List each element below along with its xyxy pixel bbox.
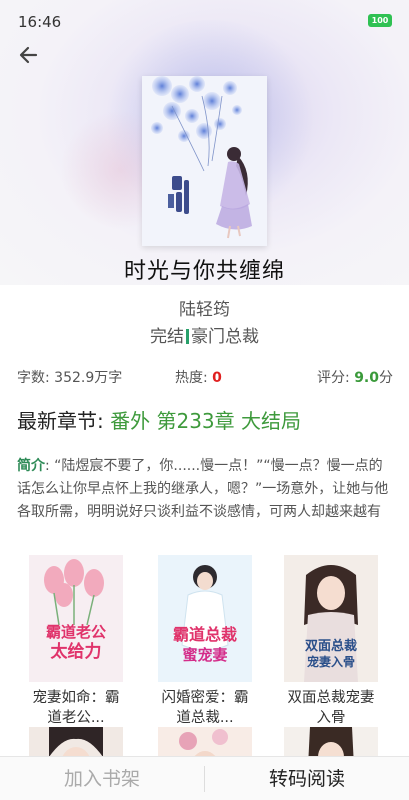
word-count-value: 352.9万字 bbox=[54, 370, 123, 386]
svg-text:宠妻入骨: 宠妻入骨 bbox=[307, 654, 355, 669]
status-bar: 16:46 100 bbox=[0, 0, 409, 42]
latest-chapter-label: 最新章节: bbox=[17, 409, 111, 433]
battery-icon: 100 bbox=[368, 14, 392, 27]
recommendation-title: 双面总裁宠妻入骨 bbox=[287, 690, 375, 726]
svg-text:霸道总裁: 霸道总裁 bbox=[173, 625, 237, 644]
heat-label: 热度: bbox=[175, 370, 213, 386]
recommendation-title: 宠妻如命：霸道老公... bbox=[32, 690, 120, 726]
add-to-shelf-button[interactable]: 加入书架 bbox=[0, 757, 204, 800]
book-author: 陆轻筠 bbox=[179, 300, 230, 320]
back-arrow-icon[interactable] bbox=[14, 40, 44, 70]
svg-text:双面总裁: 双面总裁 bbox=[305, 638, 357, 654]
book-tags: 完结 豪门总裁 bbox=[0, 322, 409, 347]
score-value: 9.0 bbox=[354, 370, 379, 386]
bottom-action-bar: 加入书架 转码阅读 bbox=[0, 756, 409, 800]
book-cover bbox=[142, 76, 267, 246]
score: 评分: 9.0分 bbox=[317, 367, 393, 387]
latest-chapter[interactable]: 最新章节: 番外 第233章 大结局 bbox=[17, 405, 301, 434]
recommendation-cover: 霸道总裁 蜜宠妻 bbox=[158, 555, 252, 682]
status-time: 16:46 bbox=[18, 13, 62, 31]
book-title: 时光与你共缠绵 bbox=[123, 259, 285, 284]
intro-text: : “陆煜宸不要了，你......慢一点！”“慢一点？慢一点的话怎么让你早点怀上… bbox=[17, 458, 389, 520]
book-stats: 字数: 352.9万字 热度: 0 评分: 9.0分 bbox=[0, 367, 409, 389]
word-count: 字数: 352.9万字 bbox=[17, 367, 122, 387]
latest-chapter-title[interactable]: 番外 第233章 大结局 bbox=[110, 409, 301, 433]
score-unit: 分 bbox=[379, 370, 393, 386]
score-label: 评分: bbox=[317, 370, 355, 386]
recommendation-item[interactable]: 霸道老公 太给力 宠妻如命：霸道老公... bbox=[26, 555, 126, 728]
svg-text:蜜宠妻: 蜜宠妻 bbox=[182, 646, 227, 664]
book-intro[interactable]: 简介: “陆煜宸不要了，你......慢一点！”“慢一点？慢一点的话怎么让你早点… bbox=[17, 455, 394, 524]
heat: 热度: 0 bbox=[175, 367, 222, 387]
svg-text:太给力: 太给力 bbox=[51, 641, 102, 662]
recommendation-title: 闪婚密爱：霸道总裁... bbox=[161, 690, 249, 726]
book-category: 豪门总裁 bbox=[191, 327, 259, 347]
recommendation-item[interactable]: 霸道总裁 蜜宠妻 闪婚密爱：霸道总裁... bbox=[155, 555, 255, 728]
book-status: 完结 bbox=[150, 327, 184, 347]
intro-label: 简介 bbox=[17, 458, 45, 474]
word-count-label: 字数: bbox=[17, 370, 55, 386]
heat-value: 0 bbox=[212, 370, 222, 386]
tag-separator bbox=[186, 329, 189, 344]
recommendation-cover: 霸道老公 太给力 bbox=[29, 555, 123, 682]
recommendation-item[interactable]: 双面总裁 宠妻入骨 双面总裁宠妻入骨 bbox=[281, 555, 381, 728]
svg-text:霸道老公: 霸道老公 bbox=[46, 623, 106, 641]
transcode-read-button[interactable]: 转码阅读 bbox=[205, 757, 409, 800]
recommendation-cover: 双面总裁 宠妻入骨 bbox=[284, 555, 378, 682]
